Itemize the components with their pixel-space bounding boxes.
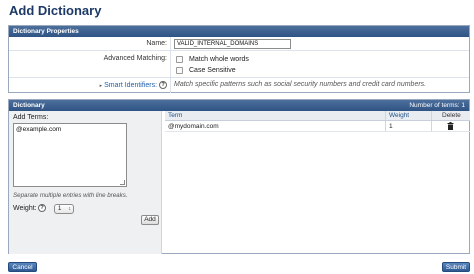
advanced-matching-label: Advanced Matching: xyxy=(103,55,167,62)
match-whole-words-checkbox[interactable] xyxy=(176,56,183,63)
terms-count: Number of terms: 1 xyxy=(409,102,465,109)
page-title: Add Dictionary xyxy=(9,3,102,18)
table-row: @mydomain.com 1 xyxy=(165,121,470,132)
entries-hint: Separate multiple entries with line brea… xyxy=(13,192,128,199)
add-button[interactable]: Add xyxy=(141,215,159,225)
add-terms-section: Add Terms: @example.com Separate multipl… xyxy=(9,111,162,254)
properties-header: Dictionary Properties xyxy=(9,26,469,37)
match-whole-words-label: Match whole words xyxy=(189,56,249,63)
help-icon[interactable]: ? xyxy=(38,204,46,212)
resize-grip-icon[interactable] xyxy=(120,180,125,185)
terms-table: Term Weight Delete @mydomain.com 1 xyxy=(165,111,470,132)
dictionary-panel: Dictionary Number of terms: 1 Add Terms:… xyxy=(8,99,470,254)
smart-identifiers-description: Match specific patterns such as social s… xyxy=(174,81,427,88)
smart-identifiers-row: ▸ Smart Identifiers: ? Match specific pa… xyxy=(9,78,469,93)
column-weight[interactable]: Weight xyxy=(386,111,431,120)
name-input[interactable]: VALID_INTERNAL_DOMAINS xyxy=(174,39,291,49)
triangle-right-icon: ▸ xyxy=(99,82,103,89)
name-label: Name: xyxy=(146,40,167,47)
case-sensitive-label: Case Sensitive xyxy=(189,67,236,74)
trash-icon[interactable] xyxy=(447,121,457,131)
term-cell: @mydomain.com xyxy=(168,123,219,130)
add-terms-label: Add Terms: xyxy=(13,114,49,121)
cancel-button[interactable]: Cancel xyxy=(8,262,37,272)
smart-identifiers-toggle[interactable]: ▸ Smart Identifiers: ? xyxy=(100,81,167,89)
weight-select-value: 1 xyxy=(58,206,62,212)
submit-button[interactable]: Submit xyxy=(442,262,470,272)
help-icon[interactable]: ? xyxy=(159,81,167,89)
case-sensitive-checkbox[interactable] xyxy=(176,67,183,74)
weight-cell: 1 xyxy=(389,123,393,130)
dictionary-properties-panel: Dictionary Properties Name: VALID_INTERN… xyxy=(8,25,470,93)
weight-label: Weight: xyxy=(13,205,37,212)
weight-select[interactable]: 1 ↕ xyxy=(54,204,74,214)
advanced-matching-row: Advanced Matching: Match whole words Cas… xyxy=(9,51,469,78)
dictionary-title: Dictionary xyxy=(13,102,45,109)
column-delete: Delete xyxy=(442,112,461,119)
name-row: Name: VALID_INTERNAL_DOMAINS xyxy=(9,37,469,51)
add-terms-textarea[interactable]: @example.com xyxy=(13,123,127,187)
add-terms-value: @example.com xyxy=(16,126,62,133)
chevron-updown-icon: ↕ xyxy=(68,206,72,212)
column-divider xyxy=(431,121,432,131)
smart-identifiers-label[interactable]: Smart Identifiers: xyxy=(104,82,157,89)
dictionary-header: Dictionary Number of terms: 1 xyxy=(9,100,469,111)
column-term[interactable]: Term xyxy=(165,111,385,120)
table-header: Term Weight Delete xyxy=(165,111,470,121)
